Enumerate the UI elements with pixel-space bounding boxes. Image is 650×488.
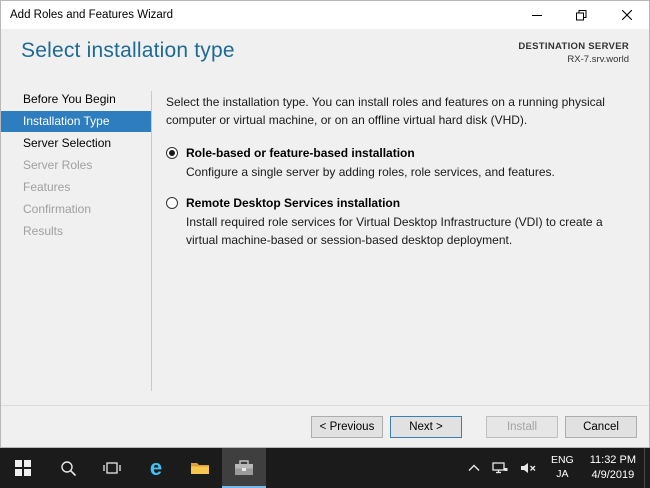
destination-server-label: DESTINATION SERVER xyxy=(518,41,629,54)
language-line1: ENG xyxy=(551,454,574,468)
search-icon xyxy=(60,460,77,477)
internet-explorer-button[interactable]: e xyxy=(134,448,178,488)
start-button[interactable] xyxy=(0,448,46,488)
speaker-muted-icon xyxy=(520,461,537,475)
chevron-up-icon xyxy=(468,464,480,472)
server-manager-icon xyxy=(234,460,254,477)
option-role-based: Role-based or feature-based installation… xyxy=(166,146,631,181)
window-title: Add Roles and Features Wizard xyxy=(1,9,514,21)
window-controls xyxy=(514,1,649,29)
clock-date: 4/9/2019 xyxy=(591,468,634,483)
clock-time: 11:32 PM xyxy=(590,453,636,468)
show-desktop-button[interactable] xyxy=(644,448,650,488)
remote-desktop-radio[interactable] xyxy=(166,197,178,209)
search-button[interactable] xyxy=(46,448,90,488)
close-button[interactable] xyxy=(604,1,649,29)
server-manager-button[interactable] xyxy=(222,448,266,488)
role-based-description: Configure a single server by adding role… xyxy=(186,164,631,181)
remote-desktop-radio-row[interactable]: Remote Desktop Services installation xyxy=(166,196,631,210)
remote-desktop-description: Install required role services for Virtu… xyxy=(186,214,631,249)
restore-button[interactable] xyxy=(559,1,604,29)
close-icon xyxy=(622,10,632,20)
wizard-body: Before You Begin Installation Type Serve… xyxy=(1,77,649,405)
sidebar-item-features: Features xyxy=(1,177,151,198)
minimize-icon xyxy=(532,10,542,20)
language-line2: JA xyxy=(556,468,568,482)
windows-logo-icon xyxy=(15,460,31,476)
role-based-radio-row[interactable]: Role-based or feature-based installation xyxy=(166,146,631,160)
role-based-label: Role-based or feature-based installation xyxy=(186,146,415,160)
install-button: Install xyxy=(486,416,558,438)
wizard-window: Add Roles and Features Wizard Select ins… xyxy=(0,0,650,448)
taskbar: e xyxy=(0,448,650,488)
sidebar-item-installation-type[interactable]: Installation Type xyxy=(1,111,151,132)
destination-server-block: DESTINATION SERVER RX-7.srv.world xyxy=(518,41,629,67)
intro-text: Select the installation type. You can in… xyxy=(166,93,631,129)
system-tray: ENG JA 11:32 PM 4/9/2019 xyxy=(462,448,650,488)
tray-expand-button[interactable] xyxy=(462,448,486,488)
network-status-button[interactable] xyxy=(486,448,514,488)
clock[interactable]: 11:32 PM 4/9/2019 xyxy=(582,448,644,488)
internet-explorer-icon: e xyxy=(150,457,162,479)
restore-icon xyxy=(576,10,587,21)
titlebar: Add Roles and Features Wizard xyxy=(1,1,649,29)
task-view-button[interactable] xyxy=(90,448,134,488)
network-icon xyxy=(492,461,508,475)
file-explorer-button[interactable] xyxy=(178,448,222,488)
wizard-content: Select the installation type. You can in… xyxy=(152,81,649,405)
previous-button[interactable]: < Previous xyxy=(311,416,383,438)
language-indicator[interactable]: ENG JA xyxy=(543,448,582,488)
file-explorer-icon xyxy=(190,460,210,476)
sidebar-item-server-selection[interactable]: Server Selection xyxy=(1,133,151,154)
wizard-footer: < Previous Next > Install Cancel xyxy=(1,405,649,447)
destination-server-name: RX-7.srv.world xyxy=(518,54,629,67)
task-view-icon xyxy=(103,460,121,476)
option-remote-desktop: Remote Desktop Services installation Ins… xyxy=(166,196,631,249)
next-button[interactable]: Next > xyxy=(390,416,462,438)
volume-button[interactable] xyxy=(514,448,543,488)
sidebar-item-confirmation: Confirmation xyxy=(1,199,151,220)
role-based-radio[interactable] xyxy=(166,147,178,159)
wizard-header: Select installation type DESTINATION SER… xyxy=(1,29,649,77)
sidebar-item-results: Results xyxy=(1,221,151,242)
sidebar-item-server-roles: Server Roles xyxy=(1,155,151,176)
wizard-nav: Before You Begin Installation Type Serve… xyxy=(1,81,151,405)
remote-desktop-label: Remote Desktop Services installation xyxy=(186,196,400,210)
cancel-button[interactable]: Cancel xyxy=(565,416,637,438)
sidebar-item-before-you-begin[interactable]: Before You Begin xyxy=(1,89,151,110)
minimize-button[interactable] xyxy=(514,1,559,29)
